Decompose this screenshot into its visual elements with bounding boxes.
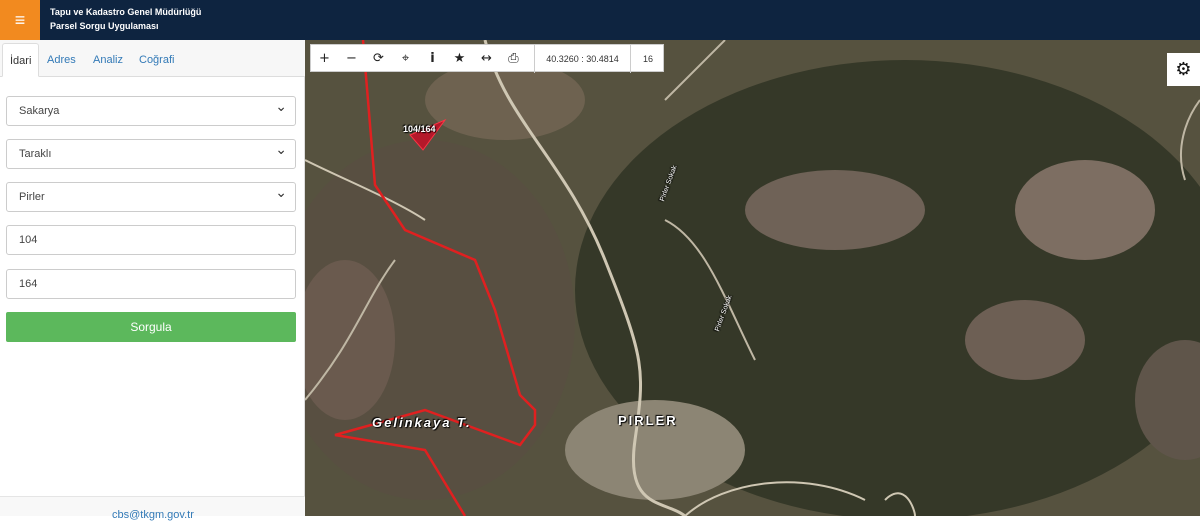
top-header: ≡ Tapu ve Kadastro Genel Müdürlüğü Parse… bbox=[0, 0, 1200, 40]
il-select[interactable]: Sakarya bbox=[6, 93, 296, 126]
refresh-icon[interactable]: ⟳ bbox=[365, 45, 392, 73]
sorgula-button[interactable]: Sorgula bbox=[6, 312, 296, 342]
hamburger-menu-button[interactable]: ≡ bbox=[0, 0, 40, 40]
contact-email-link[interactable]: cbs@tkgm.gov.tr bbox=[112, 509, 194, 521]
locate-icon[interactable]: ⌖ bbox=[392, 45, 419, 73]
app-title-line1: Tapu ve Kadastro Genel Müdürlüğü bbox=[50, 7, 202, 17]
parcel-label: 104/164 bbox=[403, 124, 436, 134]
coordinate-readout: 40.3260 : 30.4814 bbox=[534, 45, 630, 73]
measure-icon[interactable]: ↔ bbox=[473, 45, 500, 73]
ilce-select[interactable]: Taraklı bbox=[6, 136, 296, 169]
map-toolbar: + − ⟳ ⌖ i ★ ↔ ⎙ 40.3260 : 30.4814 16 bbox=[310, 44, 665, 73]
mahalle-select[interactable]: Pirler bbox=[6, 179, 296, 212]
tab-cografi[interactable]: Coğrafi bbox=[132, 43, 181, 77]
satellite-imagery bbox=[305, 40, 1200, 516]
place-label-gelinkaya: Gelinkaya T. bbox=[372, 415, 472, 430]
zoom-out-button[interactable]: − bbox=[338, 45, 365, 73]
tab-adres[interactable]: Adres bbox=[40, 43, 83, 77]
gear-icon[interactable]: ⚙ bbox=[1167, 53, 1200, 86]
star-icon[interactable]: ★ bbox=[446, 45, 473, 73]
tab-bar: İdari Adres Analiz Coğrafi bbox=[0, 40, 305, 77]
map-view[interactable]: 104/164 Gelinkaya T. PIRLER Pirler Sokak… bbox=[305, 40, 1200, 516]
print-icon[interactable]: ⎙ bbox=[500, 45, 527, 73]
place-label-pirler: PIRLER bbox=[618, 413, 678, 428]
info-icon[interactable]: i bbox=[419, 45, 446, 73]
hamburger-icon: ≡ bbox=[14, 10, 26, 30]
tab-idari[interactable]: İdari bbox=[2, 43, 40, 77]
sidebar: İdari Adres Analiz Coğrafi Sakarya Tarak… bbox=[0, 40, 305, 521]
sidebar-footer: cbs@tkgm.gov.tr bbox=[0, 496, 305, 521]
app-title-line2: Parsel Sorgu Uygulaması bbox=[50, 21, 159, 31]
parsel-input[interactable]: 164 bbox=[6, 269, 296, 299]
zoom-level-readout: 16 bbox=[630, 45, 665, 73]
app-title: Tapu ve Kadastro Genel Müdürlüğü Parsel … bbox=[50, 5, 201, 33]
tab-analiz[interactable]: Analiz bbox=[86, 43, 130, 77]
ada-input[interactable]: 104 bbox=[6, 225, 296, 255]
zoom-in-button[interactable]: + bbox=[311, 45, 338, 73]
